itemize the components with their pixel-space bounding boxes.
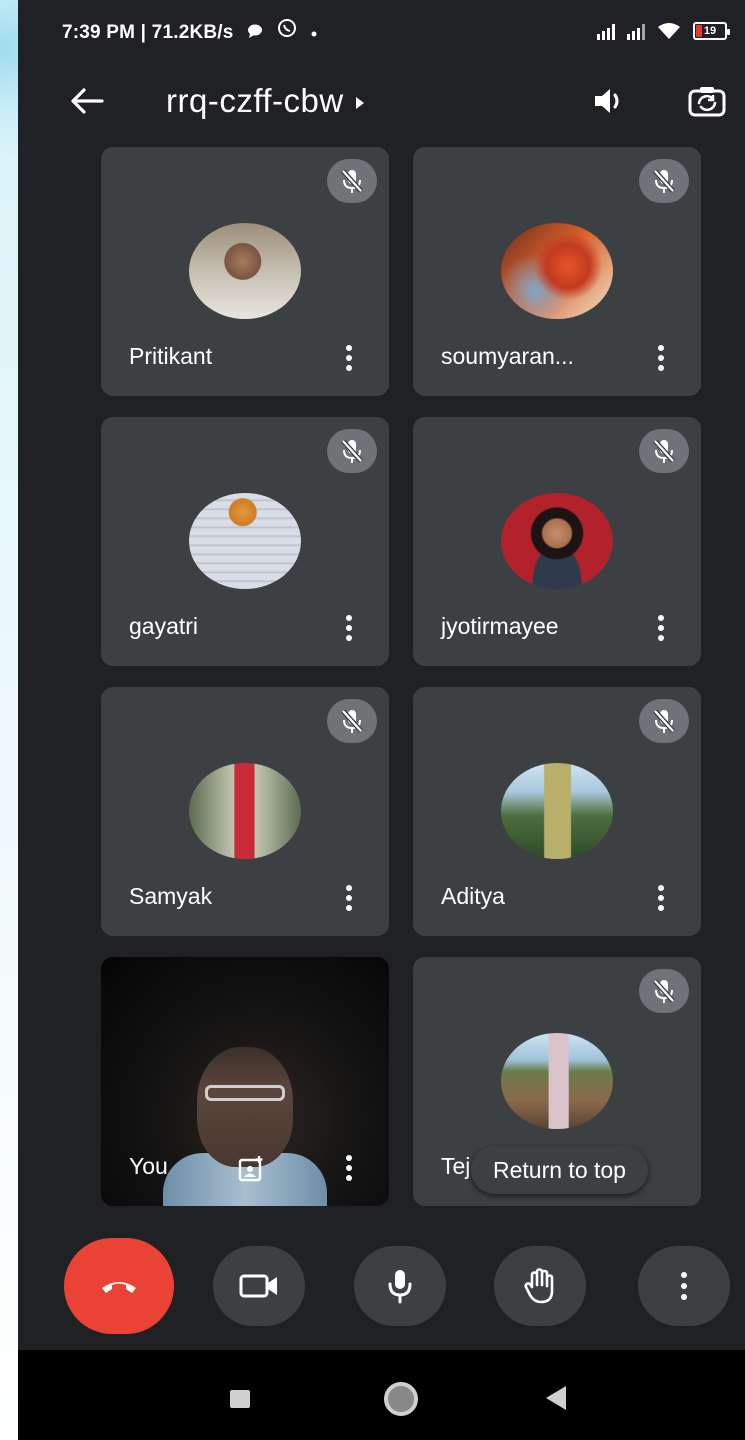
more-vert-icon	[658, 885, 664, 891]
participant-name: jyotirmayee	[441, 613, 559, 639]
participant-tile-soumyaran[interactable]: soumyaran...	[413, 147, 701, 396]
phone-screen: 7:39 PM | 71.2KB/s 19 rrq-czff-cbw Priti…	[18, 0, 745, 1440]
self-view-tile[interactable]: You	[101, 957, 389, 1206]
avatar	[501, 223, 613, 319]
participant-more-button[interactable]	[335, 613, 363, 643]
avatar	[189, 223, 301, 319]
status-bar: 7:39 PM | 71.2KB/s 19	[18, 0, 745, 62]
muted-mic-icon	[639, 969, 689, 1013]
participant-name: Samyak	[129, 883, 213, 909]
muted-mic-icon	[327, 699, 377, 743]
participant-tile-aditya[interactable]: Aditya	[413, 687, 701, 936]
end-call-button[interactable]	[64, 1238, 174, 1334]
participant-more-button[interactable]	[335, 1153, 363, 1183]
switch-camera-button[interactable]	[682, 76, 732, 126]
wifi-icon	[658, 23, 680, 39]
speaker-icon	[595, 89, 619, 113]
camera-toggle-button[interactable]	[213, 1246, 305, 1326]
more-vert-icon	[658, 345, 664, 351]
whatsapp-icon	[277, 18, 297, 43]
participant-tile-jyotirmayee[interactable]: jyotirmayee	[413, 417, 701, 666]
top-app-bar: rrq-czff-cbw	[18, 62, 745, 140]
self-video-glasses	[205, 1085, 285, 1101]
participant-name: Aditya	[441, 883, 505, 909]
home-nav-button[interactable]	[384, 1382, 418, 1416]
participant-tile-samyak[interactable]: Samyak	[101, 687, 389, 936]
muted-mic-icon	[639, 159, 689, 203]
battery-level: 19	[703, 25, 717, 37]
dot-icon	[310, 23, 318, 43]
participant-more-button[interactable]	[335, 343, 363, 373]
participant-name: Pritikant	[129, 343, 213, 369]
participant-more-button[interactable]	[647, 613, 675, 643]
microphone-icon	[388, 1270, 412, 1304]
more-options-button[interactable]	[638, 1246, 730, 1326]
avatar	[501, 1033, 613, 1129]
back-nav-button[interactable]	[546, 1386, 566, 1410]
signal-icon	[627, 22, 645, 40]
more-vert-icon	[658, 615, 664, 621]
participant-more-button[interactable]	[647, 883, 675, 913]
status-time-speed: 7:39 PM | 71.2KB/s	[62, 22, 234, 43]
system-navigation-bar	[18, 1350, 745, 1440]
decorative-left-strip	[0, 0, 18, 1440]
avatar	[189, 493, 301, 589]
back-button[interactable]	[64, 78, 110, 124]
battery-icon: 19	[693, 22, 730, 40]
audio-output-button[interactable]	[586, 78, 632, 124]
return-to-top-button[interactable]: Return to top	[471, 1146, 648, 1194]
avatar	[501, 763, 613, 859]
participant-tile-pritikant[interactable]: Pritikant	[101, 147, 389, 396]
muted-mic-icon	[639, 429, 689, 473]
status-right: 19	[597, 18, 730, 44]
muted-mic-icon	[327, 159, 377, 203]
muted-mic-icon	[639, 699, 689, 743]
recents-nav-button[interactable]	[230, 1390, 250, 1408]
participant-more-button[interactable]	[335, 883, 363, 913]
raise-hand-button[interactable]	[494, 1246, 586, 1326]
participant-name: soumyaran...	[441, 343, 574, 369]
participant-more-button[interactable]	[647, 343, 675, 373]
meeting-details-button[interactable]: rrq-czff-cbw	[166, 78, 364, 124]
signal-icon	[597, 22, 615, 40]
raise-hand-icon	[524, 1268, 554, 1304]
participant-name: gayatri	[129, 613, 199, 639]
more-vert-icon	[346, 1155, 352, 1161]
more-vert-icon	[346, 885, 352, 891]
switch-camera-icon	[688, 87, 726, 117]
chat-bubble-icon	[247, 23, 263, 43]
back-arrow-icon	[71, 88, 104, 114]
microphone-toggle-button[interactable]	[354, 1246, 446, 1326]
participant-name: Tej	[441, 1153, 471, 1179]
camera-icon	[239, 1274, 277, 1298]
status-left: 7:39 PM | 71.2KB/s	[62, 18, 318, 44]
meeting-code: rrq-czff-cbw	[166, 82, 344, 119]
caret-right-icon	[355, 97, 364, 109]
background-effects-icon[interactable]	[237, 1155, 265, 1183]
participant-tile-gayatri[interactable]: gayatri	[101, 417, 389, 666]
self-video-face	[197, 1047, 293, 1167]
more-vert-icon	[681, 1272, 687, 1300]
more-vert-icon	[346, 345, 352, 351]
more-vert-icon	[346, 615, 352, 621]
avatar	[189, 763, 301, 859]
end-call-icon	[102, 1282, 136, 1293]
muted-mic-icon	[327, 429, 377, 473]
participant-name: You	[129, 1153, 168, 1179]
avatar	[501, 493, 613, 589]
